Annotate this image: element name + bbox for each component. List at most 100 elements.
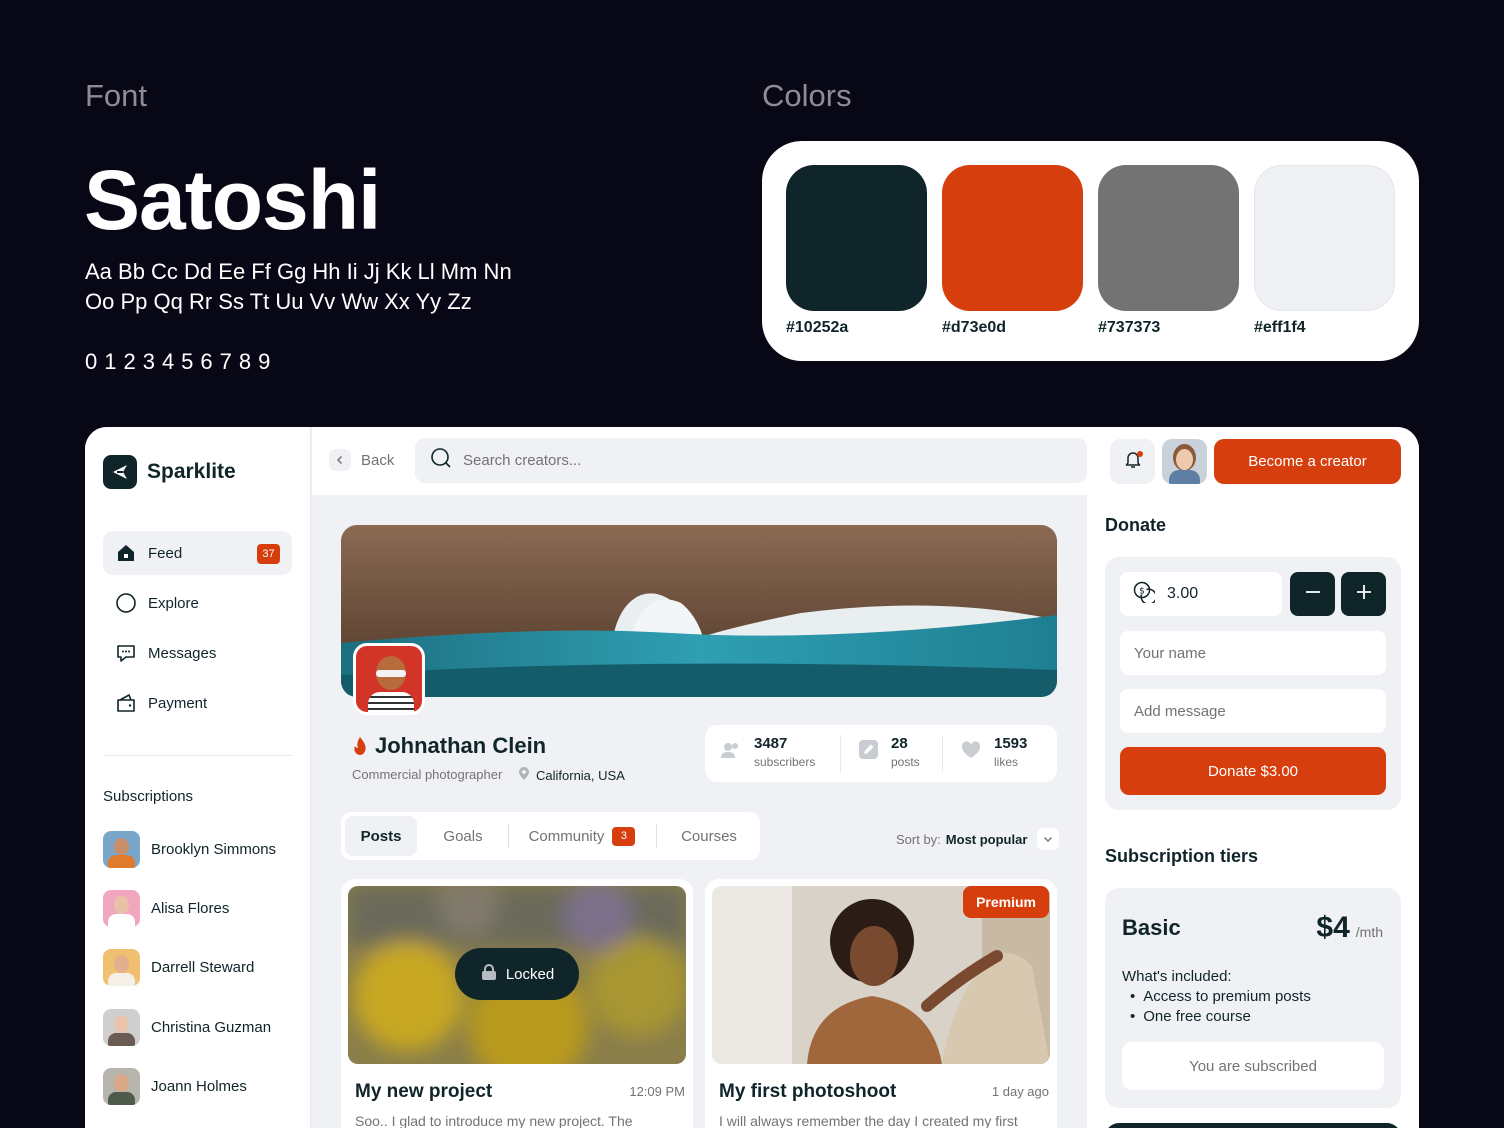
subscription-item[interactable]: Alisa Flores [103, 890, 229, 927]
tab-courses[interactable]: Courses [663, 816, 755, 856]
donation-amount-value: 3.00 [1167, 585, 1199, 602]
app-window: Sparklite Feed 37 Explore Messages Payme… [85, 427, 1419, 1128]
tab-goals[interactable]: Goals [425, 816, 501, 856]
location-pin-icon [518, 766, 530, 784]
subscribed-button[interactable]: You are subscribed [1122, 1042, 1384, 1090]
nav-item-feed[interactable]: Feed 37 [103, 531, 292, 575]
users-icon [721, 741, 741, 764]
user-avatar[interactable] [1162, 439, 1207, 484]
post-excerpt: Soo.. I glad to introduce my new project… [355, 1113, 633, 1128]
stat-likes: 1593 likes [961, 735, 1027, 769]
post-card[interactable]: Locked My new project 12:09 PM Soo.. I g… [341, 879, 693, 1128]
subscription-name: Christina Guzman [151, 1019, 272, 1036]
stat-value: 28 [891, 735, 908, 752]
become-creator-button[interactable]: Become a creator [1214, 439, 1401, 484]
stat-subscribers: 3487 subscribers [721, 735, 815, 769]
tab-community[interactable]: Community 3 [515, 816, 649, 856]
nav-item-messages[interactable]: Messages [103, 631, 292, 675]
locked-label: Locked [505, 965, 555, 983]
chevron-left-icon [329, 449, 351, 471]
community-count-badge: 3 [612, 826, 636, 846]
sort-control[interactable]: Sort by: Most popular [896, 828, 1060, 850]
avatar [103, 831, 140, 868]
notification-dot [1137, 451, 1143, 457]
minus-icon [1304, 583, 1322, 606]
feed-count-badge: 37 [257, 544, 280, 564]
tab-label: Community [528, 827, 605, 845]
tier-name: Basic [1122, 915, 1181, 940]
colors-section-heading: Colors [762, 78, 852, 113]
stat-label: likes [994, 755, 1019, 769]
right-panel: Donate $ 3.00 Donate $3.00 Su [1087, 495, 1419, 1128]
plus-icon [1355, 583, 1373, 606]
increment-button[interactable] [1341, 572, 1386, 616]
tier-feature: One free course [1130, 1008, 1311, 1028]
brand-name: Sparklite [147, 460, 236, 483]
donate-button[interactable]: Donate $3.00 [1120, 747, 1386, 795]
subscription-item[interactable]: Darrell Steward [103, 949, 254, 986]
color-swatch-label: #737373 [1098, 319, 1161, 336]
nav-label: Feed [148, 544, 183, 562]
coin-icon: $ [1133, 581, 1157, 608]
profile-tabs: Posts Goals Community 3 Courses [341, 812, 760, 860]
stat-value: 1593 [994, 735, 1028, 752]
search-icon [430, 447, 452, 474]
subscription-item[interactable]: Brooklyn Simmons [103, 831, 276, 868]
color-swatch-light [1254, 165, 1395, 311]
nav-label: Payment [148, 694, 208, 712]
nav-label: Messages [148, 644, 217, 662]
post-excerpt: I will always remember the day I created… [719, 1113, 1018, 1128]
sidebar-divider [103, 755, 292, 756]
sidebar: Sparklite Feed 37 Explore Messages Payme… [85, 427, 311, 1128]
profile-name: Johnathan Clein [375, 733, 547, 758]
color-swatch-label: #10252a [786, 319, 849, 336]
chat-icon [115, 642, 137, 664]
wallet-icon [115, 692, 137, 714]
search-input[interactable] [463, 452, 1063, 469]
subscription-tiers-heading: Subscription tiers [1105, 846, 1259, 866]
notifications-button[interactable] [1110, 439, 1155, 484]
alphabet-line-2: Oo Pp Qq Rr Ss Tt Uu Vv Ww Xx Yy Zz [85, 289, 472, 314]
stat-divider [840, 735, 841, 772]
tier-card-next [1105, 1123, 1401, 1128]
search-bar[interactable] [415, 438, 1087, 483]
sparklite-logo-icon[interactable] [103, 455, 137, 489]
stat-value: 3487 [754, 735, 788, 752]
stat-label: posts [891, 755, 920, 769]
back-button[interactable]: Back [329, 449, 394, 471]
your-name-field[interactable] [1120, 631, 1386, 675]
stat-label: subscribers [754, 755, 816, 769]
flame-icon [351, 736, 369, 761]
subscription-item[interactable]: Joann Holmes [103, 1068, 247, 1105]
location-text: California, USA [536, 767, 625, 783]
profile-location: California, USA [518, 766, 625, 784]
nav-item-payment[interactable]: Payment [103, 681, 292, 725]
decrement-button[interactable] [1290, 572, 1335, 616]
donation-amount-field[interactable]: $ 3.00 [1120, 572, 1282, 616]
message-field[interactable] [1120, 689, 1386, 733]
tab-divider [656, 824, 657, 848]
color-swatch-dark [786, 165, 927, 311]
subscription-name: Joann Holmes [151, 1078, 247, 1095]
subscription-name: Brooklyn Simmons [151, 841, 277, 858]
avatar [103, 890, 140, 927]
post-card[interactable]: Premium My first photoshoot 1 day ago I … [705, 879, 1057, 1128]
post-title: My first photoshoot [719, 1081, 897, 1102]
profile-cover-image [341, 525, 1057, 697]
font-section-heading: Font [85, 78, 148, 113]
lock-icon [480, 963, 498, 985]
subscription-item[interactable]: Christina Guzman [103, 1009, 271, 1046]
post-time: 1 day ago [991, 1084, 1049, 1099]
nav-item-explore[interactable]: Explore [103, 581, 292, 625]
post-time: 12:09 PM [629, 1084, 685, 1099]
alphabet-line-1: Aa Bb Cc Dd Ee Ff Gg Hh Ii Jj Kk Ll Mm N… [85, 259, 512, 284]
color-swatch-label: #d73e0d [942, 319, 1007, 336]
profile-avatar[interactable] [353, 643, 425, 715]
tier-feature: Access to premium posts [1130, 988, 1311, 1008]
tab-posts[interactable]: Posts [345, 816, 417, 856]
locked-badge: Locked [455, 948, 579, 1000]
heart-icon [961, 740, 981, 764]
back-label: Back [361, 451, 395, 469]
premium-badge: Premium [963, 886, 1049, 918]
stat-posts: 28 posts [859, 735, 920, 769]
